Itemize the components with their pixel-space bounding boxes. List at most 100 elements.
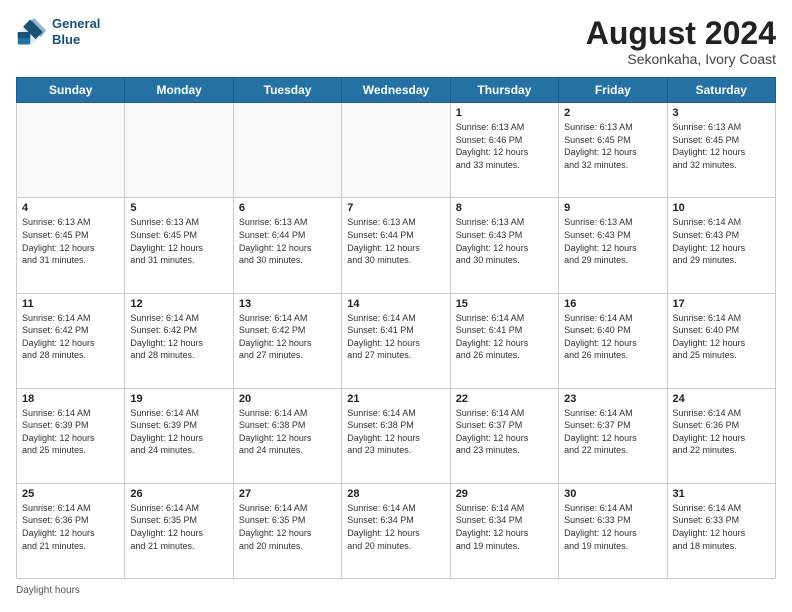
- day-number: 20: [239, 393, 336, 405]
- calendar-cell: 29Sunrise: 6:14 AMSunset: 6:34 PMDayligh…: [450, 483, 558, 578]
- calendar-table: SundayMondayTuesdayWednesdayThursdayFrid…: [16, 77, 776, 579]
- day-number: 26: [130, 488, 227, 500]
- day-number: 31: [673, 488, 770, 500]
- day-info: Sunrise: 6:14 AMSunset: 6:33 PMDaylight:…: [673, 502, 770, 552]
- calendar-cell: 27 Sunrise: 6:14 AMSunset: 6:35 PMDayligh…: [233, 483, 341, 578]
- calendar-cell: [342, 103, 450, 198]
- day-info: Sunrise: 6:14 AMSunset: 6:35 PMDaylight:…: [239, 502, 336, 552]
- day-number: 30: [564, 488, 661, 500]
- calendar-day-header: Friday: [559, 78, 667, 103]
- day-number: 5: [130, 202, 227, 214]
- calendar-cell: 21Sunrise: 6:14 AMSunset: 6:38 PMDayligh…: [342, 388, 450, 483]
- day-number: 25: [22, 488, 119, 500]
- day-info: Sunrise: 6:14 AMSunset: 6:42 PMDaylight:…: [22, 312, 119, 362]
- day-number: 17: [673, 298, 770, 310]
- day-number: 11: [22, 298, 119, 310]
- day-info: Sunrise: 6:14 AMSunset: 6:37 PMDaylight:…: [564, 407, 661, 457]
- calendar-cell: 5Sunrise: 6:13 AMSunset: 6:45 PMDaylight…: [125, 198, 233, 293]
- day-info: Sunrise: 6:14 AMSunset: 6:38 PMDaylight:…: [239, 407, 336, 457]
- day-info: Sunrise: 6:14 AMSunset: 6:36 PMDaylight:…: [22, 502, 119, 552]
- calendar-cell: 7 Sunrise: 6:13 AMSunset: 6:44 PMDaylight…: [342, 198, 450, 293]
- calendar-cell: 13 Sunrise: 6:14 AMSunset: 6:42 PMDayligh…: [233, 293, 341, 388]
- calendar-day-header: Monday: [125, 78, 233, 103]
- calendar-week-row: 18Sunrise: 6:14 AMSunset: 6:39 PMDayligh…: [17, 388, 776, 483]
- day-info: Sunrise: 6:14 AMSunset: 6:33 PMDaylight:…: [564, 502, 661, 552]
- calendar-cell: 19Sunrise: 6:14 AMSunset: 6:39 PMDayligh…: [125, 388, 233, 483]
- day-number: 10: [673, 202, 770, 214]
- calendar-day-header: Tuesday: [233, 78, 341, 103]
- day-number: 4: [22, 202, 119, 214]
- day-info: Sunrise: 6:13 AMSunset: 6:43 PMDaylight:…: [456, 216, 553, 266]
- day-info: Sunrise: 6:13 AMSunset: 6:46 PMDaylight:…: [456, 121, 553, 171]
- calendar-day-header: Saturday: [667, 78, 775, 103]
- calendar-cell: 23 Sunrise: 6:14 AMSunset: 6:37 PMDayligh…: [559, 388, 667, 483]
- calendar-cell: 10Sunrise: 6:14 AMSunset: 6:43 PMDayligh…: [667, 198, 775, 293]
- calendar-cell: 4 Sunrise: 6:13 AMSunset: 6:45 PMDaylight…: [17, 198, 125, 293]
- calendar-cell: 18Sunrise: 6:14 AMSunset: 6:39 PMDayligh…: [17, 388, 125, 483]
- calendar-cell: 17 Sunrise: 6:14 AMSunset: 6:40 PMDayligh…: [667, 293, 775, 388]
- calendar-cell: 16 Sunrise: 6:14 AMSunset: 6:40 PMDayligh…: [559, 293, 667, 388]
- calendar-cell: 3 Sunrise: 6:13 AMSunset: 6:45 PMDaylight…: [667, 103, 775, 198]
- day-info: Sunrise: 6:14 AMSunset: 6:34 PMDaylight:…: [456, 502, 553, 552]
- calendar-cell: [125, 103, 233, 198]
- day-info: Sunrise: 6:14 AMSunset: 6:34 PMDaylight:…: [347, 502, 444, 552]
- day-info: Sunrise: 6:14 AMSunset: 6:41 PMDaylight:…: [456, 312, 553, 362]
- day-info: Sunrise: 6:13 AMSunset: 6:45 PMDaylight:…: [22, 216, 119, 266]
- logo-line2: Blue: [52, 32, 100, 48]
- day-info: Sunrise: 6:14 AMSunset: 6:37 PMDaylight:…: [456, 407, 553, 457]
- day-info: Sunrise: 6:14 AMSunset: 6:41 PMDaylight:…: [347, 312, 444, 362]
- calendar-cell: 15 Sunrise: 6:14 AMSunset: 6:41 PMDayligh…: [450, 293, 558, 388]
- calendar-cell: 31 Sunrise: 6:14 AMSunset: 6:33 PMDayligh…: [667, 483, 775, 578]
- calendar-cell: 25 Sunrise: 6:14 AMSunset: 6:36 PMDayligh…: [17, 483, 125, 578]
- logo-icon: [16, 16, 48, 48]
- calendar-header-row: SundayMondayTuesdayWednesdayThursdayFrid…: [17, 78, 776, 103]
- calendar-cell: 20 Sunrise: 6:14 AMSunset: 6:38 PMDayligh…: [233, 388, 341, 483]
- day-number: 7: [347, 202, 444, 214]
- day-info: Sunrise: 6:14 AMSunset: 6:35 PMDaylight:…: [130, 502, 227, 552]
- day-info: Sunrise: 6:14 AMSunset: 6:42 PMDaylight:…: [130, 312, 227, 362]
- footer-text: Daylight hours: [16, 585, 80, 596]
- calendar-cell: [17, 103, 125, 198]
- day-info: Sunrise: 6:14 AMSunset: 6:40 PMDaylight:…: [673, 312, 770, 362]
- day-number: 15: [456, 298, 553, 310]
- day-number: 13: [239, 298, 336, 310]
- day-info: Sunrise: 6:14 AMSunset: 6:40 PMDaylight:…: [564, 312, 661, 362]
- day-number: 28: [347, 488, 444, 500]
- day-number: 3: [673, 107, 770, 119]
- day-info: Sunrise: 6:14 AMSunset: 6:39 PMDaylight:…: [22, 407, 119, 457]
- calendar-week-row: 4 Sunrise: 6:13 AMSunset: 6:45 PMDaylight…: [17, 198, 776, 293]
- calendar-cell: 8 Sunrise: 6:13 AMSunset: 6:43 PMDaylight…: [450, 198, 558, 293]
- day-number: 9: [564, 202, 661, 214]
- calendar-week-row: 11 Sunrise: 6:14 AMSunset: 6:42 PMDayligh…: [17, 293, 776, 388]
- calendar-day-header: Wednesday: [342, 78, 450, 103]
- calendar-cell: 6Sunrise: 6:13 AMSunset: 6:44 PMDaylight…: [233, 198, 341, 293]
- logo-line1: General: [52, 16, 100, 32]
- day-info: Sunrise: 6:14 AMSunset: 6:38 PMDaylight:…: [347, 407, 444, 457]
- logo: General Blue: [16, 16, 100, 48]
- calendar-week-row: 25 Sunrise: 6:14 AMSunset: 6:36 PMDayligh…: [17, 483, 776, 578]
- day-number: 16: [564, 298, 661, 310]
- calendar-cell: 24Sunrise: 6:14 AMSunset: 6:36 PMDayligh…: [667, 388, 775, 483]
- day-info: Sunrise: 6:13 AMSunset: 6:43 PMDaylight:…: [564, 216, 661, 266]
- calendar-day-header: Sunday: [17, 78, 125, 103]
- day-info: Sunrise: 6:13 AMSunset: 6:44 PMDaylight:…: [347, 216, 444, 266]
- day-number: 12: [130, 298, 227, 310]
- calendar-cell: 1Sunrise: 6:13 AMSunset: 6:46 PMDaylight…: [450, 103, 558, 198]
- month-title: August 2024: [586, 16, 776, 51]
- calendar-cell: 12 Sunrise: 6:14 AMSunset: 6:42 PMDayligh…: [125, 293, 233, 388]
- day-number: 27: [239, 488, 336, 500]
- day-number: 14: [347, 298, 444, 310]
- day-info: Sunrise: 6:14 AMSunset: 6:42 PMDaylight:…: [239, 312, 336, 362]
- calendar-cell: 9 Sunrise: 6:13 AMSunset: 6:43 PMDaylight…: [559, 198, 667, 293]
- page: General Blue August 2024 Sekonkaha, Ivor…: [0, 0, 792, 612]
- day-number: 6: [239, 202, 336, 214]
- day-info: Sunrise: 6:14 AMSunset: 6:36 PMDaylight:…: [673, 407, 770, 457]
- day-number: 23: [564, 393, 661, 405]
- calendar-day-header: Thursday: [450, 78, 558, 103]
- day-number: 8: [456, 202, 553, 214]
- calendar-cell: 26 Sunrise: 6:14 AMSunset: 6:35 PMDayligh…: [125, 483, 233, 578]
- calendar-cell: 14 Sunrise: 6:14 AMSunset: 6:41 PMDayligh…: [342, 293, 450, 388]
- day-info: Sunrise: 6:13 AMSunset: 6:45 PMDaylight:…: [673, 121, 770, 171]
- day-info: Sunrise: 6:13 AMSunset: 6:45 PMDaylight:…: [564, 121, 661, 171]
- calendar-cell: 28 Sunrise: 6:14 AMSunset: 6:34 PMDayligh…: [342, 483, 450, 578]
